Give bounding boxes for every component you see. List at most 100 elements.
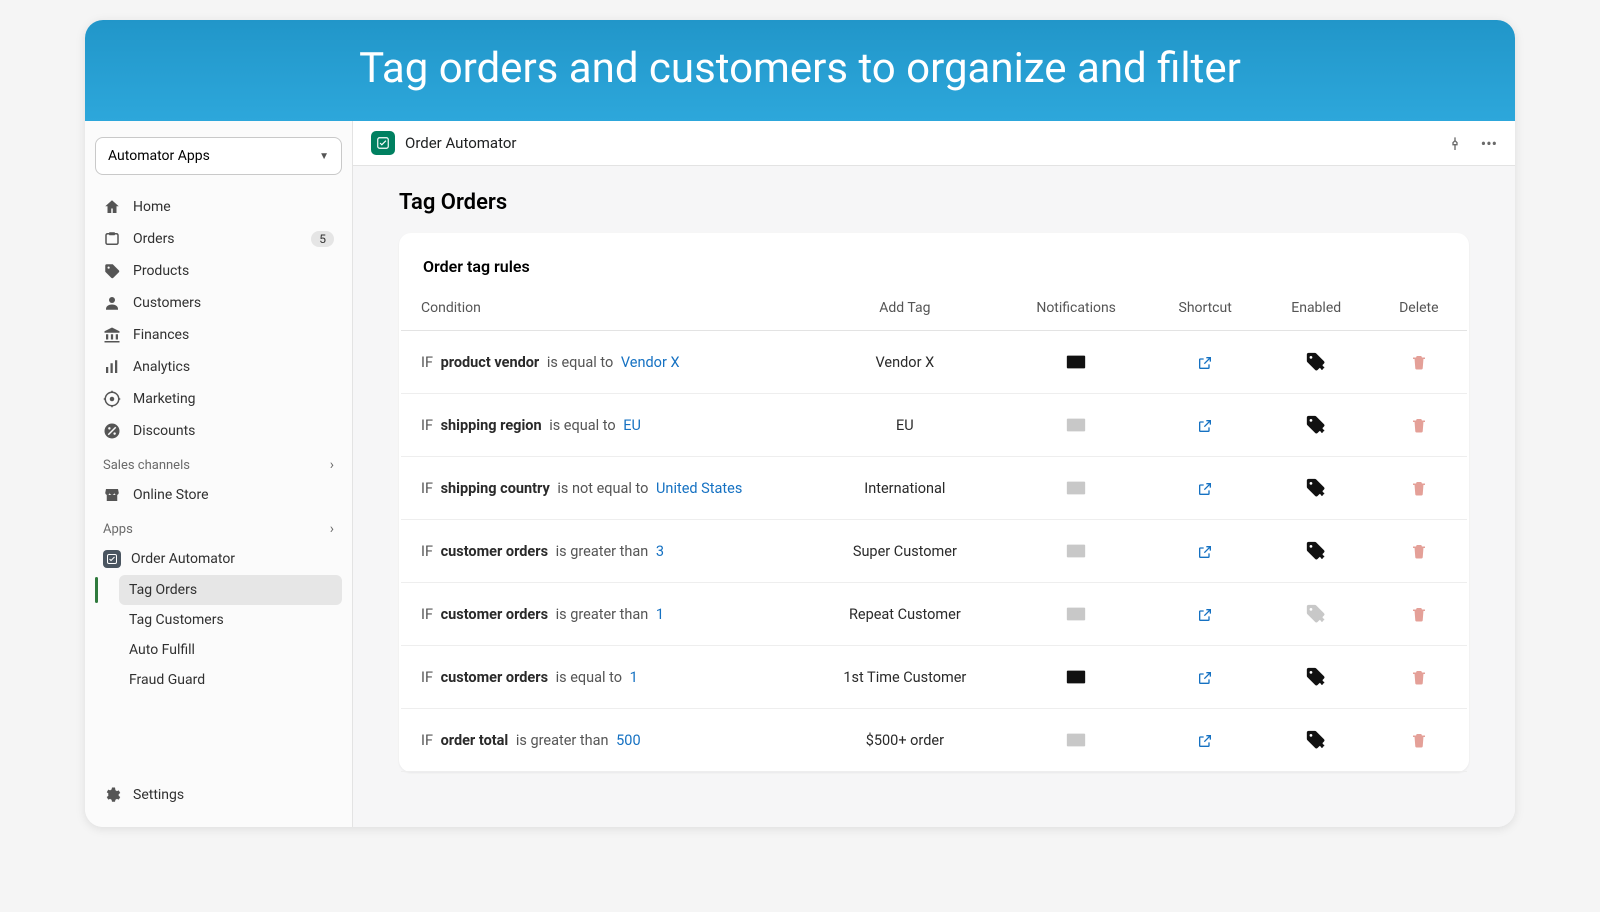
sidebar: Automator Apps ▼ HomeOrders5ProductsCust… — [85, 121, 353, 827]
cell-condition: IF order total is greater than 500 — [401, 709, 806, 772]
table-row: IF product vendor is equal to Vendor X V… — [401, 331, 1467, 394]
cell-condition: IF shipping region is equal to EU — [401, 394, 806, 457]
more-icon[interactable]: ••• — [1481, 134, 1497, 153]
cell-tag: International — [806, 457, 1004, 520]
cell-notifications[interactable] — [1004, 709, 1149, 772]
sub-item-auto-fulfill[interactable]: Auto Fulfill — [119, 635, 342, 665]
cell-notifications[interactable] — [1004, 394, 1149, 457]
hero-banner: Tag orders and customers to organize and… — [85, 20, 1515, 121]
badge: 5 — [311, 231, 334, 247]
external-link-icon — [1197, 668, 1213, 685]
trash-icon — [1410, 479, 1428, 496]
mail-icon — [1065, 416, 1087, 433]
col-delete: Delete — [1371, 282, 1467, 331]
pricetag-icon — [1305, 731, 1327, 748]
pin-icon[interactable] — [1447, 134, 1463, 153]
cell-enabled[interactable] — [1262, 646, 1371, 709]
app-selector-dropdown[interactable]: Automator Apps ▼ — [95, 137, 342, 175]
cell-condition: IF customer orders is greater than 3 — [401, 520, 806, 583]
sidebar-item-home[interactable]: Home — [95, 191, 342, 223]
cell-shortcut[interactable] — [1149, 520, 1262, 583]
sidebar-item-products[interactable]: Products — [95, 255, 342, 287]
sidebar-item-marketing[interactable]: Marketing — [95, 383, 342, 415]
apps-heading[interactable]: Apps › — [95, 511, 342, 543]
app-icon — [371, 131, 395, 155]
cell-delete[interactable] — [1371, 394, 1467, 457]
sidebar-item-customers[interactable]: Customers — [95, 287, 342, 319]
condition-value-link[interactable]: United States — [656, 480, 742, 497]
sub-item-tag-orders[interactable]: Tag Orders — [119, 575, 342, 605]
percent-icon — [103, 422, 121, 440]
rules-card: Order tag rules Condition Add Tag Notifi… — [399, 233, 1469, 772]
external-link-icon — [1197, 731, 1213, 748]
trash-icon — [1410, 542, 1428, 559]
chevron-right-icon: › — [330, 521, 334, 537]
table-row: IF order total is greater than 500 $500+… — [401, 709, 1467, 772]
cell-delete[interactable] — [1371, 709, 1467, 772]
cell-enabled[interactable] — [1262, 583, 1371, 646]
pricetag-icon — [1305, 542, 1327, 559]
condition-value-link[interactable]: 3 — [656, 543, 664, 560]
cell-shortcut[interactable] — [1149, 646, 1262, 709]
cell-tag: Super Customer — [806, 520, 1004, 583]
sales-channels-heading[interactable]: Sales channels › — [95, 447, 342, 479]
condition-value-link[interactable]: EU — [623, 417, 641, 434]
cell-condition: IF product vendor is equal to Vendor X — [401, 331, 806, 394]
sidebar-item-online-store[interactable]: Online Store — [95, 479, 342, 511]
external-link-icon — [1197, 416, 1213, 433]
cell-enabled[interactable] — [1262, 520, 1371, 583]
bank-icon — [103, 326, 121, 344]
cell-delete[interactable] — [1371, 583, 1467, 646]
cell-notifications[interactable] — [1004, 583, 1149, 646]
sidebar-item-discounts[interactable]: Discounts — [95, 415, 342, 447]
sub-item-tag-customers[interactable]: Tag Customers — [119, 605, 342, 635]
cell-enabled[interactable] — [1262, 709, 1371, 772]
cell-shortcut[interactable] — [1149, 583, 1262, 646]
app-window: Tag orders and customers to organize and… — [85, 20, 1515, 827]
cell-delete[interactable] — [1371, 520, 1467, 583]
cell-delete[interactable] — [1371, 646, 1467, 709]
sub-item-fraud-guard[interactable]: Fraud Guard — [119, 665, 342, 695]
table-row: IF shipping country is not equal to Unit… — [401, 457, 1467, 520]
condition-value-link[interactable]: 1 — [656, 606, 664, 623]
condition-value-link[interactable]: 500 — [616, 732, 640, 749]
sidebar-item-orders[interactable]: Orders5 — [95, 223, 342, 255]
table-row: IF customer orders is equal to 1 1st Tim… — [401, 646, 1467, 709]
external-link-icon — [1197, 542, 1213, 559]
cell-shortcut[interactable] — [1149, 331, 1262, 394]
cell-delete[interactable] — [1371, 457, 1467, 520]
cell-enabled[interactable] — [1262, 457, 1371, 520]
cell-enabled[interactable] — [1262, 394, 1371, 457]
cell-notifications[interactable] — [1004, 331, 1149, 394]
col-condition: Condition — [401, 282, 806, 331]
cell-shortcut[interactable] — [1149, 709, 1262, 772]
cell-enabled[interactable] — [1262, 331, 1371, 394]
cell-notifications[interactable] — [1004, 520, 1149, 583]
sidebar-item-finances[interactable]: Finances — [95, 319, 342, 351]
settings-nav[interactable]: Settings — [95, 779, 342, 811]
target-icon — [103, 390, 121, 408]
gear-icon — [103, 786, 121, 804]
trash-icon — [1410, 605, 1428, 622]
sidebar-item-analytics[interactable]: Analytics — [95, 351, 342, 383]
orders-icon — [103, 230, 121, 248]
pricetag-icon — [1305, 668, 1327, 685]
condition-value-link[interactable]: 1 — [630, 669, 638, 686]
cell-delete[interactable] — [1371, 331, 1467, 394]
cell-shortcut[interactable] — [1149, 394, 1262, 457]
content: Tag Orders Order tag rules Condition Add… — [353, 166, 1515, 796]
col-enabled: Enabled — [1262, 282, 1371, 331]
cell-notifications[interactable] — [1004, 457, 1149, 520]
cell-notifications[interactable] — [1004, 646, 1149, 709]
condition-value-link[interactable]: Vendor X — [621, 354, 680, 371]
pricetag-icon — [1305, 353, 1327, 370]
cell-shortcut[interactable] — [1149, 457, 1262, 520]
external-link-icon — [1197, 605, 1213, 622]
topbar-title: Order Automator — [405, 134, 516, 152]
cell-condition: IF customer orders is equal to 1 — [401, 646, 806, 709]
rules-table: Condition Add Tag Notifications Shortcut… — [401, 282, 1467, 772]
external-link-icon — [1197, 479, 1213, 496]
app-body: Automator Apps ▼ HomeOrders5ProductsCust… — [85, 121, 1515, 827]
sidebar-app-order-automator[interactable]: Order Automator — [95, 543, 342, 575]
trash-icon — [1410, 668, 1428, 685]
